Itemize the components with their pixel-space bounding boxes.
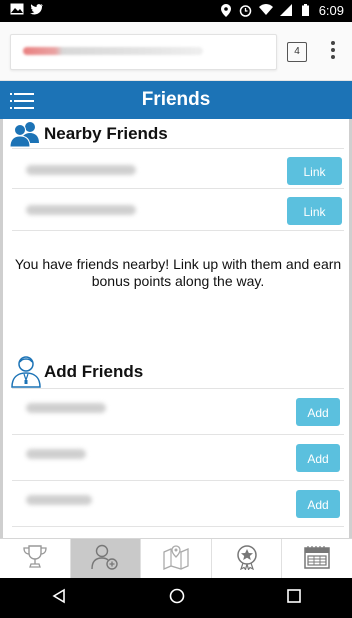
blurred-email xyxy=(26,165,136,175)
blurred-email xyxy=(26,403,106,413)
add-friend-row: Add xyxy=(12,434,344,481)
nearby-friend-row: Link xyxy=(12,188,344,233)
app-header: Friends xyxy=(0,81,352,119)
divider xyxy=(12,230,344,231)
bottom-navigation xyxy=(0,538,352,579)
map-icon xyxy=(162,544,190,575)
link-button[interactable]: Link xyxy=(287,197,342,225)
nearby-friends-header: Nearby Friends xyxy=(0,119,352,149)
section-title: Add Friends xyxy=(44,362,144,381)
nav-badges[interactable] xyxy=(212,539,283,579)
battery-icon xyxy=(299,3,313,18)
blurred-url xyxy=(23,47,203,55)
location-icon xyxy=(219,3,233,18)
nearby-message: You have friends nearby! Link up with th… xyxy=(14,256,342,289)
nearby-friend-row: Link xyxy=(12,148,344,193)
trophy-icon xyxy=(22,544,48,575)
nav-map[interactable] xyxy=(141,539,212,579)
add-button[interactable]: Add xyxy=(296,398,340,426)
page-title: Friends xyxy=(141,89,211,110)
add-friend-icon xyxy=(91,544,119,575)
status-bar: 6:09 xyxy=(0,0,352,22)
add-friend-row: Add xyxy=(12,388,344,435)
signal-icon xyxy=(279,3,293,18)
badge-icon xyxy=(234,544,260,575)
blurred-email xyxy=(26,205,136,215)
image-icon xyxy=(10,3,24,17)
recents-icon[interactable] xyxy=(287,588,301,608)
twitter-icon xyxy=(30,3,44,17)
alarm-icon xyxy=(239,4,253,18)
add-button[interactable]: Add xyxy=(296,490,340,518)
calendar-icon xyxy=(303,544,331,575)
nav-add-friends[interactable] xyxy=(70,539,142,579)
add-friend-row: Add xyxy=(12,480,344,527)
link-button[interactable]: Link xyxy=(287,157,342,185)
system-navigation-bar xyxy=(0,578,352,618)
add-friends-header: Add Friends xyxy=(0,354,352,388)
address-bar[interactable] xyxy=(10,34,277,70)
wifi-icon xyxy=(258,3,273,18)
back-icon[interactable] xyxy=(51,588,67,609)
divider xyxy=(12,526,344,527)
browser-toolbar: 4 xyxy=(0,22,352,81)
overflow-menu-icon[interactable] xyxy=(330,40,336,62)
tab-switcher-button[interactable]: 4 xyxy=(287,42,307,62)
nav-calendar[interactable] xyxy=(282,539,352,579)
clock: 6:09 xyxy=(318,3,344,18)
blurred-email xyxy=(26,449,86,459)
blurred-email xyxy=(26,495,92,505)
section-title: Nearby Friends xyxy=(44,124,168,143)
add-button[interactable]: Add xyxy=(296,444,340,472)
home-icon[interactable] xyxy=(169,588,185,609)
nav-trophies[interactable] xyxy=(0,539,71,579)
